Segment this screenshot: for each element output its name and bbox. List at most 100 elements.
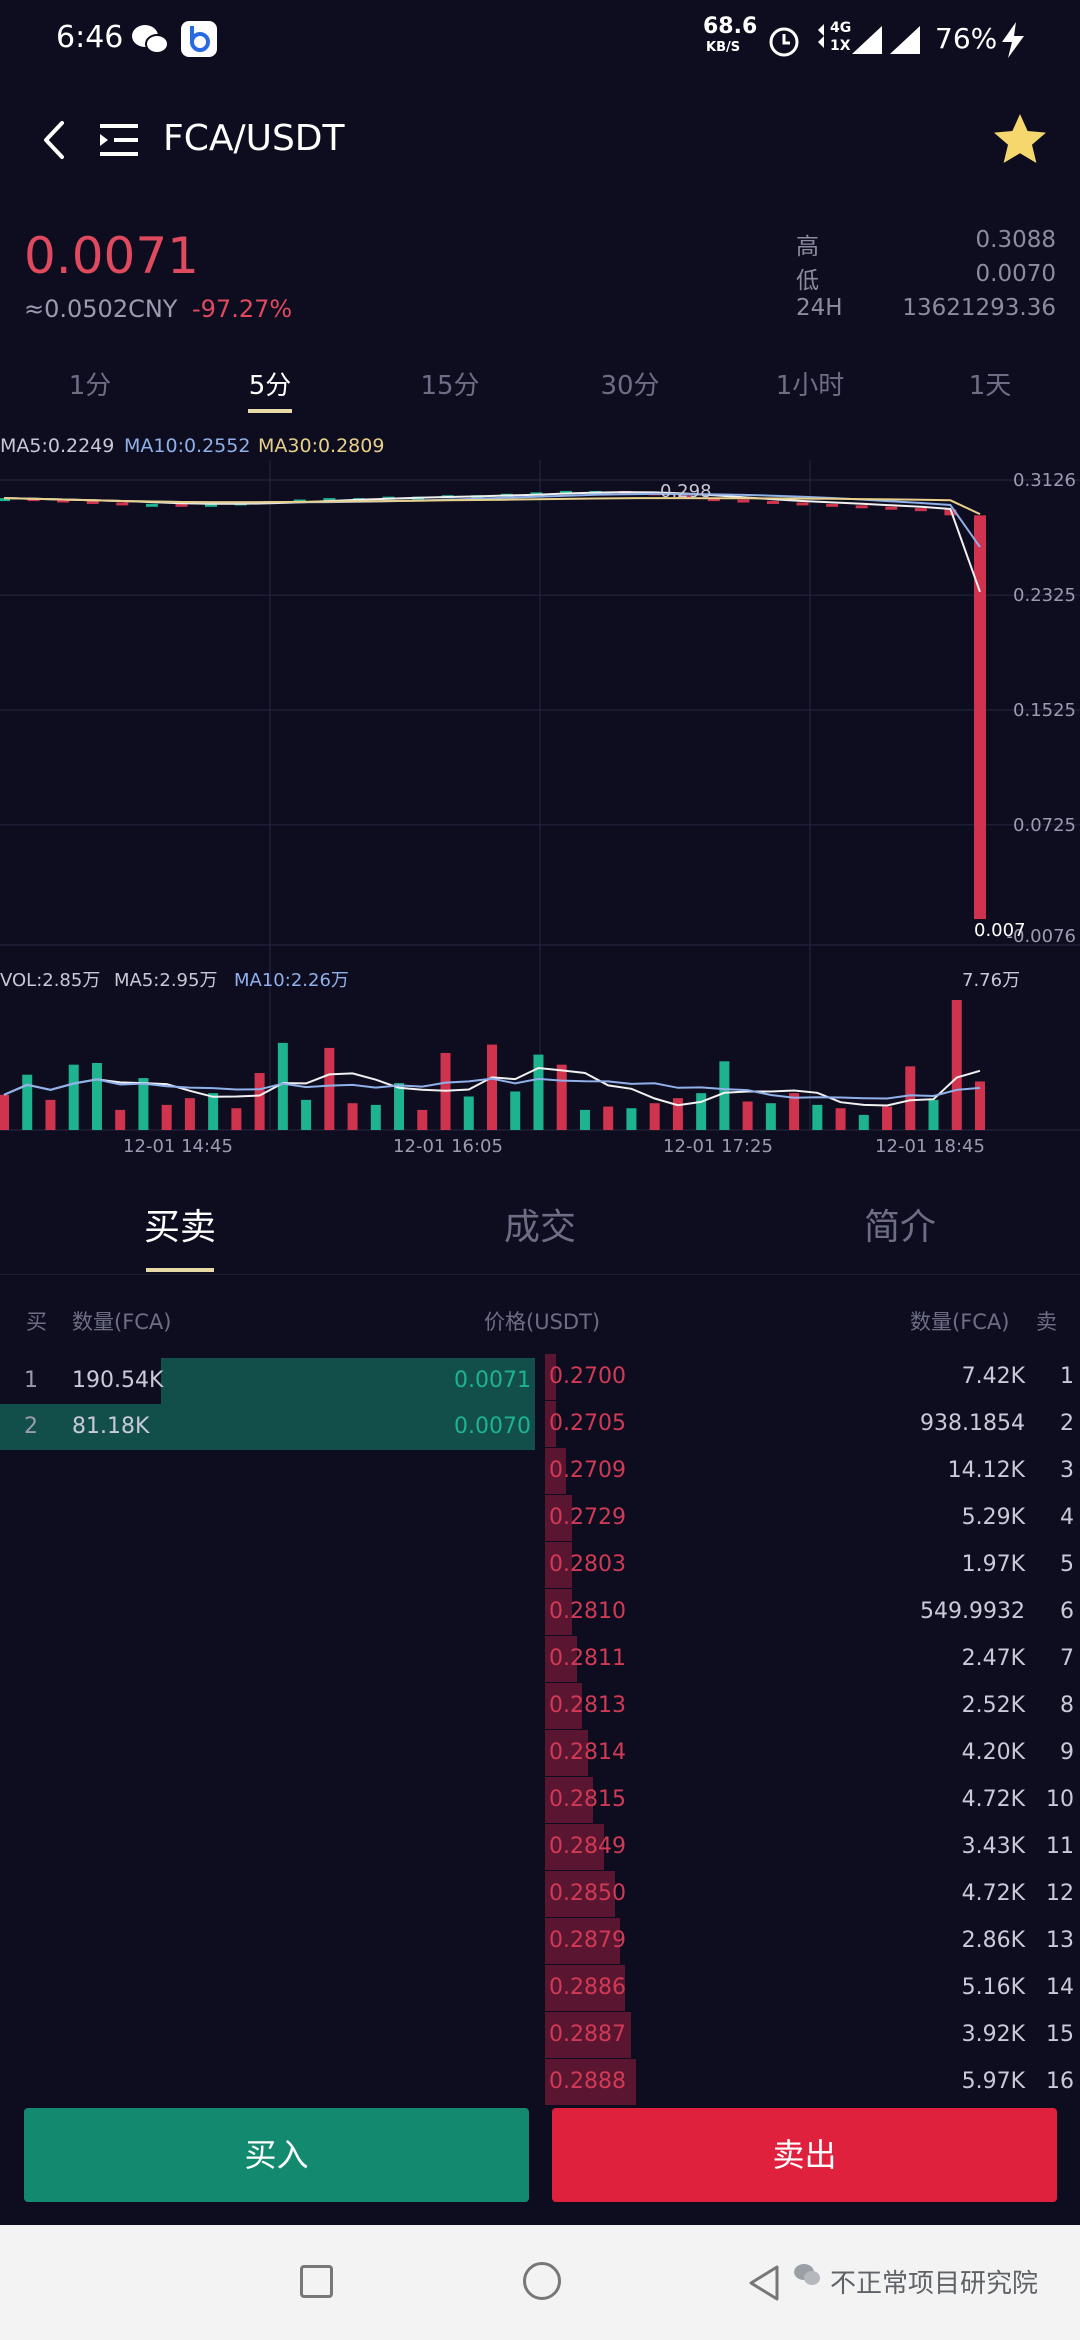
volume-bar [487, 1044, 497, 1130]
ma30-label: MA30:0.2809 [258, 435, 384, 457]
volume-bar [301, 1099, 312, 1130]
ask-row[interactable]: 0.2803 1.97K 5 [545, 1542, 1080, 1588]
nav-header: FCA/USDT [0, 80, 1080, 200]
clock: 6:46 [56, 20, 124, 55]
bid-index: 2 [24, 1414, 38, 1439]
ask-price: 0.2700 [549, 1364, 626, 1389]
ask-row[interactable]: 0.2879 2.86K 13 [545, 1918, 1080, 1964]
price-tick-label: 0.2325 [1013, 585, 1076, 606]
app-b-icon [181, 21, 217, 57]
ask-row[interactable]: 0.2886 5.16K 14 [545, 1965, 1080, 2011]
volume-bar [45, 1099, 56, 1130]
volume-label: 24H [796, 295, 843, 321]
price-series [0, 490, 986, 920]
sell-qty-column-label: 数量(FCA) [910, 1310, 1010, 1334]
ask-index: 9 [1060, 1740, 1074, 1765]
menu-icon[interactable] [100, 120, 140, 160]
volume-bar [742, 1101, 753, 1130]
ask-row[interactable]: 0.2850 4.72K 12 [545, 1871, 1080, 1917]
cny-price: ≈0.0502CNY [24, 295, 178, 323]
sell-button[interactable]: 卖出 [552, 2108, 1057, 2202]
high-price-marker: 0.298 [660, 481, 712, 502]
tab-trade[interactable]: 买卖 [0, 1198, 360, 1250]
ask-row[interactable]: 0.2888 5.97K 16 [545, 2059, 1080, 2105]
back-icon[interactable] [30, 115, 80, 165]
volume-bar [951, 1000, 962, 1130]
chart-canvas[interactable]: MA5:0.2249 MA10:0.2552 MA30:0.2809 0.312… [0, 430, 1080, 1170]
orderbook-header: 买 数量(FCA) 价格(USDT) 数量(FCA) 卖 [0, 1300, 1080, 1340]
time-tick-label: 12-01 18:45 [875, 1136, 985, 1157]
ask-row[interactable]: 0.2810 549.9932 6 [545, 1589, 1080, 1635]
ask-row[interactable]: 0.2815 4.72K 10 [545, 1777, 1080, 1823]
ask-row[interactable]: 0.2729 5.29K 4 [545, 1495, 1080, 1541]
ask-index: 14 [1046, 1975, 1074, 2000]
recents-icon[interactable] [300, 2265, 333, 2298]
bid-row[interactable]: 2 81.18K 0.0070 [0, 1404, 535, 1450]
tab-15min[interactable]: 15分 [360, 365, 540, 402]
ask-row[interactable]: 0.2814 4.20K 9 [545, 1730, 1080, 1776]
ask-quantity: 938.1854 [920, 1411, 1025, 1436]
volume-series [0, 1000, 985, 1130]
ask-row[interactable]: 0.2705 938.1854 2 [545, 1401, 1080, 1447]
low-value: 0.0070 [975, 261, 1056, 287]
volume-bar [231, 1108, 242, 1130]
low-price-marker: 0.007 [974, 920, 1026, 941]
ask-row[interactable]: 0.2887 3.92K 15 [545, 2012, 1080, 2058]
ask-quantity: 7.42K [961, 1364, 1025, 1389]
ask-quantity: 3.43K [961, 1834, 1025, 1859]
price-column-label: 价格(USDT) [484, 1310, 601, 1334]
buy-button[interactable]: 买入 [24, 2108, 529, 2202]
price-axis: 0.31260.23250.15250.0725-0.0076 [1007, 470, 1076, 947]
volume-bar [68, 1064, 79, 1130]
ask-row[interactable]: 0.2700 7.42K 1 [545, 1354, 1080, 1400]
price-tick-label: 0.3126 [1013, 470, 1076, 491]
bid-price: 0.0070 [454, 1414, 531, 1439]
volume-bar [928, 1099, 939, 1130]
ask-index: 16 [1046, 2069, 1074, 2094]
ask-quantity: 5.16K [961, 1975, 1025, 2000]
bid-row[interactable]: 1 190.54K 0.0071 [0, 1358, 535, 1404]
ask-price: 0.2729 [549, 1505, 626, 1530]
tab-1hour[interactable]: 1小时 [720, 365, 900, 402]
candle [826, 503, 839, 507]
ask-price: 0.2705 [549, 1411, 626, 1436]
star-icon[interactable] [990, 110, 1050, 170]
tab-deals[interactable]: 成交 [360, 1198, 720, 1250]
tab-1min[interactable]: 1分 [0, 365, 180, 402]
ask-price: 0.2811 [549, 1646, 626, 1671]
ask-row[interactable]: 0.2811 2.47K 7 [545, 1636, 1080, 1682]
ask-price: 0.2814 [549, 1740, 626, 1765]
tab-intro[interactable]: 简介 [720, 1198, 1080, 1250]
section-tab-indicator [146, 1268, 214, 1272]
nav-back-icon[interactable] [745, 2263, 785, 2303]
candlestick-chart[interactable]: MA5:0.2249 MA10:0.2552 MA30:0.2809 0.312… [0, 430, 1080, 1170]
change-percent: -97.27% [192, 295, 293, 323]
ask-quantity: 14.12K [947, 1458, 1025, 1483]
volume-bar [579, 1109, 590, 1130]
candle [914, 508, 927, 512]
pair-title[interactable]: FCA/USDT [163, 118, 345, 159]
ask-price: 0.2850 [549, 1881, 626, 1906]
volume-bar [115, 1109, 126, 1130]
volume-bar [533, 1054, 544, 1130]
high-label: 高 [796, 234, 819, 260]
home-icon[interactable] [523, 2262, 561, 2300]
ask-index: 1 [1060, 1364, 1074, 1389]
volume-bar [324, 1047, 335, 1130]
net-unit: KB/S [706, 40, 741, 55]
ask-index: 15 [1046, 2022, 1074, 2047]
tab-30min[interactable]: 30分 [540, 365, 720, 402]
tab-5min[interactable]: 5分 [180, 365, 360, 402]
ask-quantity: 5.29K [961, 1505, 1025, 1530]
ask-index: 6 [1060, 1599, 1074, 1624]
ask-quantity: 549.9932 [920, 1599, 1025, 1624]
sell-column-label: 卖 [1036, 1310, 1057, 1334]
tab-1day[interactable]: 1天 [900, 365, 1080, 402]
ask-row[interactable]: 0.2709 14.12K 3 [545, 1448, 1080, 1494]
ask-index: 2 [1060, 1411, 1074, 1436]
volume-bar [882, 1106, 893, 1130]
ask-quantity: 4.72K [961, 1881, 1025, 1906]
net-speed: 68.6 [703, 14, 758, 39]
ask-row[interactable]: 0.2813 2.52K 8 [545, 1683, 1080, 1729]
ask-row[interactable]: 0.2849 3.43K 11 [545, 1824, 1080, 1870]
